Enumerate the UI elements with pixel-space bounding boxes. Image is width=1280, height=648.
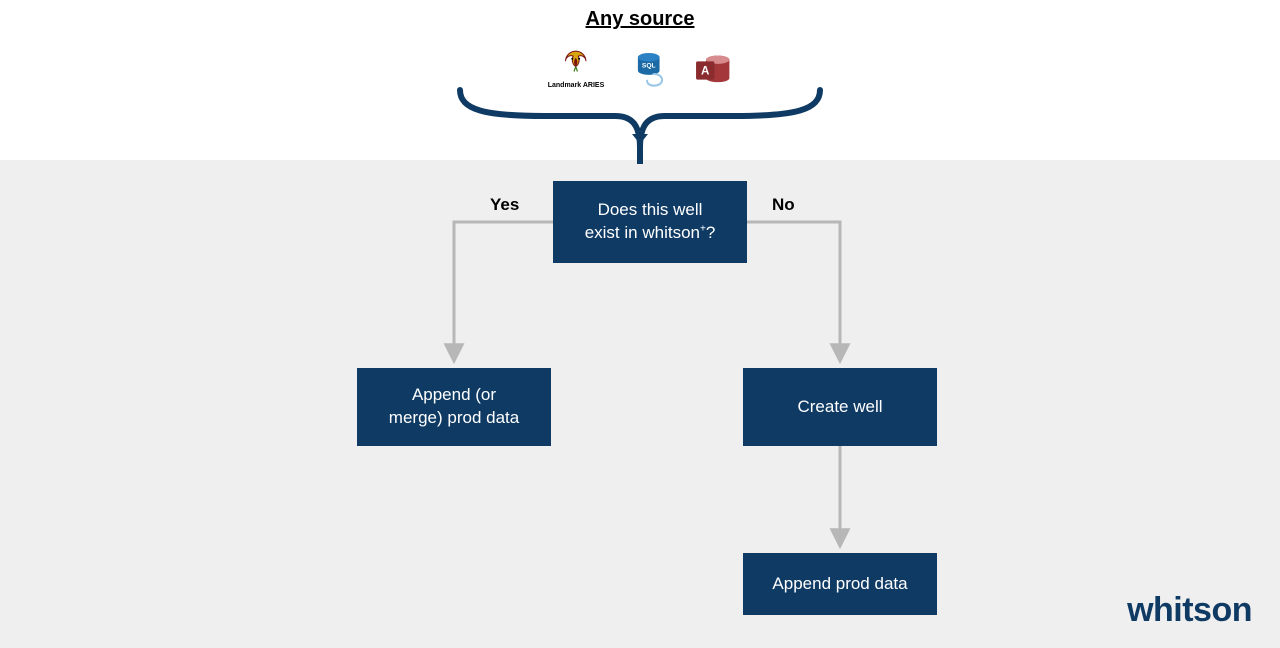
source-access: A xyxy=(692,53,732,89)
curly-brace-icon xyxy=(445,86,835,166)
decision-line2-post: ? xyxy=(706,223,715,242)
diagram-title: Any source xyxy=(0,8,1280,31)
source-aries: Landmark ARIES xyxy=(548,46,605,89)
svg-text:SQL: SQL xyxy=(641,62,655,69)
branch-label-yes: Yes xyxy=(490,195,519,215)
append-prod-node: Append prod data xyxy=(743,553,937,615)
append-merge-node: Append (or merge) prod data xyxy=(357,368,551,446)
ms-access-icon: A xyxy=(692,53,732,89)
svg-text:A: A xyxy=(701,65,710,78)
source-sql: SQL xyxy=(628,49,668,89)
aries-ram-icon xyxy=(559,46,593,80)
decision-line2-pre: exist in whitson xyxy=(585,223,700,242)
source-icons-row: Landmark ARIES SQL A xyxy=(548,46,733,89)
sql-database-icon: SQL xyxy=(628,49,668,89)
decision-node: Does this well exist in whitson+? xyxy=(553,181,747,263)
branch-label-no: No xyxy=(772,195,795,215)
whitson-brand-logo: whitson xyxy=(1127,591,1252,630)
create-well-node: Create well xyxy=(743,368,937,446)
append-merge-l1: Append (or xyxy=(412,385,496,404)
decision-line1: Does this well xyxy=(598,200,703,219)
append-merge-l2: merge) prod data xyxy=(389,408,519,427)
